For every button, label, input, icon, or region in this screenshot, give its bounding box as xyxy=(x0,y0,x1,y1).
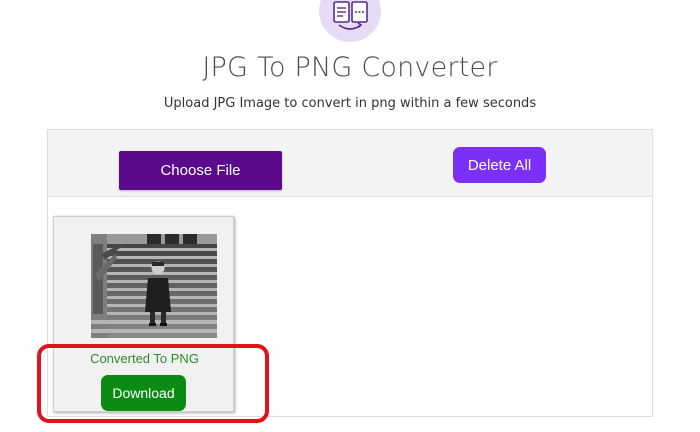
file-card: Converted To PNG Download xyxy=(53,216,234,412)
converter-panel: Choose File Delete All Converted To PNG … xyxy=(47,129,653,417)
choose-file-button[interactable]: Choose File xyxy=(119,151,282,190)
download-button[interactable]: Download xyxy=(101,375,186,411)
conversion-status: Converted To PNG xyxy=(90,351,199,366)
file-convert-icon xyxy=(319,0,381,42)
converted-image-thumbnail xyxy=(91,234,217,338)
page-subtitle: Upload JPG Image to convert in png withi… xyxy=(163,96,537,111)
panel-toolbar: Choose File Delete All xyxy=(48,130,652,197)
delete-all-button[interactable]: Delete All xyxy=(453,147,546,183)
page-title: JPG To PNG Converter xyxy=(202,52,498,83)
